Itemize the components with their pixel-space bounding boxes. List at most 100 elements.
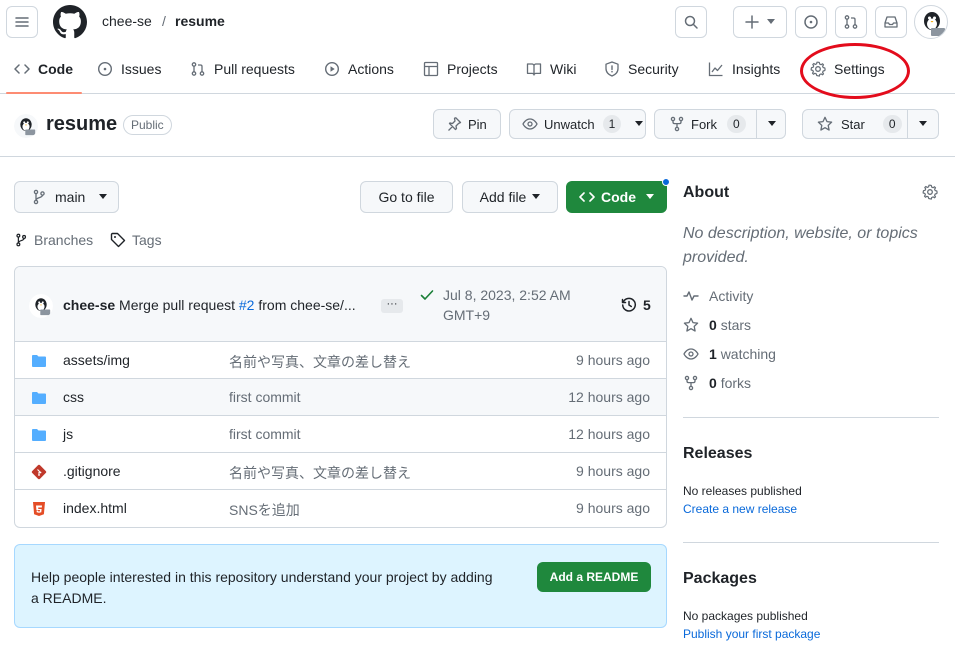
commit-message-pre[interactable]: Merge pull request — [119, 297, 235, 313]
releases-heading[interactable]: Releases — [683, 445, 752, 463]
github-logo-icon[interactable] — [53, 5, 87, 39]
file-row[interactable]: js first commit 12 hours ago — [15, 416, 666, 453]
tab-wiki-label: Wiki — [550, 61, 577, 77]
caret-down-icon[interactable] — [919, 121, 927, 127]
file-commit-message[interactable]: first commit — [229, 426, 301, 442]
issue-icon — [97, 61, 113, 77]
caret-down-icon — [646, 194, 654, 199]
graph-icon — [708, 62, 723, 77]
star-label: Star — [841, 116, 865, 132]
pull-request-icon — [191, 62, 205, 76]
branch-select[interactable]: main — [14, 181, 119, 213]
publish-package-link[interactable]: Publish your first package — [683, 627, 820, 641]
unwatch-button[interactable]: Unwatch 1 — [509, 109, 646, 139]
readme-banner: Help people interested in this repositor… — [14, 544, 667, 628]
plus-icon — [745, 15, 759, 29]
file-row[interactable]: css first commit 12 hours ago — [15, 379, 666, 416]
tab-code[interactable]: Code — [14, 44, 73, 94]
breadcrumb-repo[interactable]: resume — [175, 13, 225, 29]
commit-author-avatar[interactable] — [29, 294, 53, 318]
tab-insights[interactable]: Insights — [708, 44, 780, 94]
forks-link[interactable]: 0 forks — [683, 375, 751, 391]
user-avatar[interactable] — [914, 5, 948, 39]
add-readme-button[interactable]: Add a README — [537, 562, 651, 592]
top-header: chee-se / resume — [0, 0, 955, 44]
menu-button[interactable] — [6, 6, 38, 38]
tag-icon — [110, 232, 126, 248]
code-icon — [579, 192, 595, 202]
star-button[interactable]: Star 0 — [802, 109, 939, 139]
file-commit-message[interactable]: SNSを追加 — [229, 500, 300, 520]
fork-button[interactable]: Fork 0 — [654, 109, 786, 139]
tab-pull-requests[interactable]: Pull requests — [190, 44, 295, 94]
search-button[interactable] — [675, 6, 707, 38]
commit-date-line2: GMT+9 — [443, 307, 491, 323]
folder-icon — [32, 392, 46, 404]
repo-owner-avatar[interactable] — [14, 114, 38, 138]
commit-date: Jul 8, 2023, 2:52 AM GMT+9 — [443, 285, 593, 325]
commit-history-link[interactable]: 5 — [621, 297, 651, 313]
eye-icon — [683, 348, 699, 360]
file-commit-message[interactable]: 名前や写真、文章の差し替え — [229, 352, 411, 372]
packages-empty-text: No packages published — [683, 609, 808, 623]
file-row[interactable]: .gitignore 名前や写真、文章の差し替え 9 hours ago — [15, 453, 666, 490]
issue-icon — [804, 15, 818, 29]
activity-link[interactable]: Activity — [683, 288, 753, 304]
tab-issues[interactable]: Issues — [97, 44, 161, 94]
file-commit-message[interactable]: 名前や写真、文章の差し替え — [229, 463, 411, 483]
pull-request-icon — [844, 15, 858, 29]
tab-actions[interactable]: Actions — [324, 44, 394, 94]
file-name[interactable]: index.html — [63, 500, 127, 516]
stars-label: stars — [720, 317, 752, 333]
commit-message-post[interactable]: from chee-se/... — [258, 297, 355, 313]
code-button[interactable]: Code — [566, 181, 667, 213]
caret-down-icon[interactable] — [768, 121, 776, 127]
stars-link[interactable]: 0 stars — [683, 317, 751, 333]
expand-commit-button[interactable]: ··· — [381, 299, 403, 313]
file-row[interactable]: index.html SNSを追加 9 hours ago — [15, 490, 666, 527]
watch-count: 1 — [602, 115, 622, 133]
gear-icon[interactable] — [922, 184, 938, 200]
caret-down-icon — [767, 19, 775, 24]
history-icon — [621, 297, 636, 312]
file-name[interactable]: .gitignore — [63, 463, 121, 479]
star-icon — [817, 116, 833, 131]
file-time: 9 hours ago — [576, 463, 650, 479]
shield-icon — [605, 61, 619, 77]
commit-author[interactable]: chee-se — [63, 297, 115, 313]
tab-wiki[interactable]: Wiki — [526, 44, 576, 94]
file-time: 12 hours ago — [568, 389, 650, 405]
add-file-button[interactable]: Add file — [462, 181, 558, 213]
file-name[interactable]: js — [63, 426, 73, 442]
file-commit-message[interactable]: first commit — [229, 389, 301, 405]
file-row[interactable]: assets/img 名前や写真、文章の差し替え 9 hours ago — [15, 342, 666, 379]
file-name[interactable]: css — [63, 389, 84, 405]
latest-commit: chee-se Merge pull request #2 from chee-… — [15, 267, 666, 342]
pin-button[interactable]: Pin — [433, 109, 501, 139]
watching-link[interactable]: 1 watching — [683, 346, 776, 362]
inbox-button[interactable] — [875, 6, 907, 38]
file-name[interactable]: assets/img — [63, 352, 130, 368]
pull-requests-button[interactable] — [835, 6, 867, 38]
tags-link[interactable]: Tags — [110, 232, 162, 248]
breadcrumb-owner[interactable]: chee-se — [102, 13, 152, 29]
file-browser: chee-se Merge pull request #2 from chee-… — [14, 266, 667, 528]
releases-empty-text: No releases published — [683, 484, 802, 498]
tab-pull-requests-label: Pull requests — [214, 61, 295, 77]
issues-button[interactable] — [795, 6, 827, 38]
check-icon[interactable] — [419, 287, 435, 303]
branches-link[interactable]: Branches — [14, 232, 93, 248]
create-release-link[interactable]: Create a new release — [683, 502, 797, 516]
create-new-button[interactable] — [733, 6, 787, 38]
repo-title[interactable]: resume — [46, 113, 117, 136]
star-icon — [683, 317, 699, 332]
commit-pr-link[interactable]: #2 — [239, 297, 255, 313]
go-to-file-button[interactable]: Go to file — [360, 181, 453, 213]
tab-code-label: Code — [38, 61, 73, 77]
tab-security[interactable]: Security — [604, 44, 679, 94]
packages-heading[interactable]: Packages — [683, 570, 757, 588]
watching-label: watching — [720, 346, 776, 362]
tab-insights-label: Insights — [732, 61, 781, 77]
tab-projects[interactable]: Projects — [423, 44, 498, 94]
caret-down-icon — [635, 121, 644, 126]
